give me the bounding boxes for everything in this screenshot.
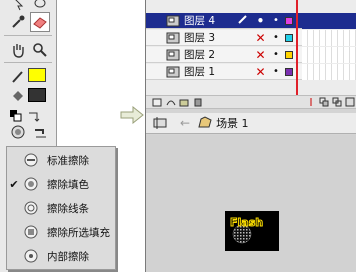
layer-frames[interactable] bbox=[302, 13, 356, 29]
layer-row[interactable]: 图层 3 ✕ • bbox=[146, 30, 356, 46]
layer-name: 图层 4 bbox=[184, 15, 216, 27]
scene-icon bbox=[198, 115, 212, 131]
outline-color-swatch[interactable] bbox=[285, 16, 293, 25]
menu-item-erase-selected-fills[interactable]: 擦除所选填充 bbox=[7, 220, 115, 244]
outline-color-swatch[interactable] bbox=[285, 50, 293, 59]
stage-text: Flash bbox=[230, 216, 263, 229]
hand-tool-icon[interactable] bbox=[8, 40, 28, 60]
playhead[interactable] bbox=[296, 0, 298, 108]
right-arrow-icon bbox=[120, 105, 144, 127]
menu-item-erase-lines[interactable]: 擦除线条 bbox=[7, 196, 115, 220]
layer-row[interactable]: 图层 1 ✕ • bbox=[146, 64, 356, 80]
center-frame-icon[interactable] bbox=[306, 97, 316, 110]
standard-erase-icon bbox=[21, 150, 41, 170]
back-arrow-icon[interactable]: ← bbox=[180, 116, 190, 130]
layer-icon bbox=[166, 15, 180, 26]
onion-skin-icon[interactable] bbox=[319, 97, 329, 110]
onion-outline-icon[interactable] bbox=[332, 97, 342, 110]
stage-area bbox=[146, 135, 356, 272]
timeline-toolbar bbox=[146, 95, 356, 109]
eyedropper-tool-icon[interactable] bbox=[8, 12, 28, 32]
menu-item-erase-inside[interactable]: 内部擦除 bbox=[7, 244, 115, 268]
erase-selected-fills-icon bbox=[21, 222, 41, 242]
insert-folder-icon[interactable] bbox=[179, 97, 189, 110]
eraser-mode-icon[interactable] bbox=[8, 122, 28, 142]
lock-toggle[interactable]: • bbox=[269, 49, 283, 60]
menu-item-standard-erase[interactable]: 标准擦除 bbox=[7, 148, 115, 172]
visibility-toggle[interactable]: ✕ bbox=[252, 48, 269, 62]
layer-icon bbox=[166, 66, 180, 77]
timeline-layers: 图层 4 • • 图层 3 ✕ • 图层 2 ✕ • 图层 1 ✕ • bbox=[146, 0, 356, 95]
stroke-color-pencil-icon[interactable] bbox=[8, 66, 28, 86]
fill-color-bucket-icon[interactable] bbox=[8, 86, 28, 106]
menu-item-label: 内部擦除 bbox=[47, 250, 89, 263]
layer-frames[interactable] bbox=[302, 30, 356, 46]
visibility-toggle[interactable]: • bbox=[252, 14, 269, 28]
stage-canvas[interactable]: Flash bbox=[225, 211, 279, 251]
zoom-tool-icon[interactable] bbox=[30, 40, 50, 60]
lock-toggle[interactable]: • bbox=[269, 32, 283, 43]
eraser-tool-icon[interactable] bbox=[30, 12, 50, 32]
layer-name: 图层 3 bbox=[184, 32, 216, 44]
fill-color-swatch[interactable] bbox=[28, 88, 46, 102]
outline-color-swatch[interactable] bbox=[285, 67, 293, 76]
lock-toggle[interactable]: • bbox=[269, 66, 283, 77]
eraser-mode-menu: 标准擦除 ✔ 擦除填色 擦除线条 擦除所选填充 内部擦除 bbox=[6, 146, 116, 270]
layer-icon bbox=[166, 49, 180, 60]
check-icon: ✔ bbox=[9, 177, 19, 191]
erase-fills-icon bbox=[21, 174, 41, 194]
layer-row[interactable]: 图层 2 ✕ • bbox=[146, 47, 356, 63]
stroke-color-swatch[interactable] bbox=[28, 68, 46, 82]
flash-graphic: Flash bbox=[230, 216, 264, 244]
layer-name: 图层 1 bbox=[184, 66, 216, 78]
scene-label[interactable]: 场景 1 bbox=[216, 115, 249, 131]
edit-bar: ← 场景 1 bbox=[146, 113, 356, 134]
outline-color-swatch[interactable] bbox=[285, 33, 293, 42]
menu-item-erase-fills[interactable]: ✔ 擦除填色 bbox=[7, 172, 115, 196]
timeline-toggle-icon[interactable] bbox=[152, 115, 168, 131]
lock-toggle[interactable]: • bbox=[269, 15, 283, 26]
edit-multiple-frames-icon[interactable] bbox=[345, 97, 355, 110]
menu-item-label: 擦除线条 bbox=[47, 202, 89, 215]
layer-icon bbox=[166, 32, 180, 43]
menu-item-label: 标准擦除 bbox=[47, 154, 89, 167]
erase-inside-icon bbox=[21, 246, 41, 266]
layer-frames[interactable] bbox=[302, 64, 356, 80]
layer-frames[interactable] bbox=[302, 47, 356, 63]
faucet-icon[interactable] bbox=[30, 122, 50, 142]
menu-item-label: 擦除所选填充 bbox=[47, 226, 110, 239]
visibility-toggle[interactable]: ✕ bbox=[252, 31, 269, 45]
menu-item-label: 擦除填色 bbox=[47, 178, 89, 191]
add-motion-guide-icon[interactable] bbox=[166, 97, 176, 110]
visibility-toggle[interactable]: ✕ bbox=[252, 65, 269, 79]
insert-layer-icon[interactable] bbox=[152, 97, 162, 110]
trash-icon[interactable] bbox=[193, 97, 203, 110]
pencil-icon bbox=[238, 14, 252, 27]
layer-row[interactable]: 图层 4 • • bbox=[146, 13, 356, 29]
erase-lines-icon bbox=[21, 198, 41, 218]
layer-name: 图层 2 bbox=[184, 49, 216, 61]
